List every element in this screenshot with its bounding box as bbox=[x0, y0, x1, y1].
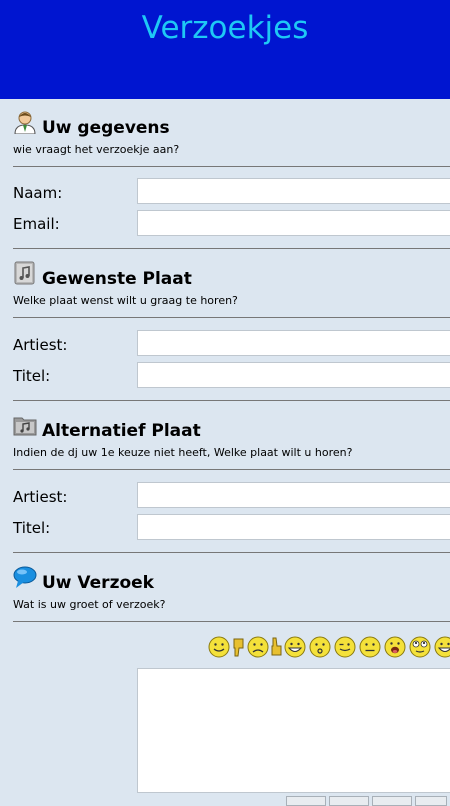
artiest-label: Artiest: bbox=[13, 336, 68, 354]
divider bbox=[13, 552, 450, 553]
page-title: Verzoekjes bbox=[141, 10, 309, 46]
divider bbox=[13, 248, 450, 249]
divider bbox=[13, 621, 450, 622]
naam-input[interactable] bbox=[137, 178, 450, 204]
divider bbox=[13, 166, 450, 167]
divider bbox=[13, 317, 450, 318]
form-button[interactable] bbox=[286, 796, 326, 806]
person-icon bbox=[14, 111, 36, 134]
thumbs-down-icon[interactable] bbox=[232, 636, 246, 658]
form-button[interactable] bbox=[372, 796, 412, 806]
divider bbox=[13, 469, 450, 470]
sad-icon[interactable] bbox=[247, 636, 269, 658]
speech-bubble-icon bbox=[13, 566, 37, 588]
music-note-icon bbox=[14, 261, 35, 285]
email-input[interactable] bbox=[137, 210, 450, 236]
email-label: Email: bbox=[13, 215, 60, 233]
section-subtitle: wie vraagt het verzoekje aan? bbox=[13, 143, 180, 156]
section-title: Uw Verzoek bbox=[42, 573, 154, 593]
message-textarea[interactable] bbox=[137, 668, 450, 793]
naam-label: Naam: bbox=[13, 184, 63, 202]
form-button[interactable] bbox=[329, 796, 369, 806]
wink-icon[interactable] bbox=[334, 636, 356, 658]
section-subtitle: Wat is uw groet of verzoek? bbox=[13, 598, 166, 611]
thumbs-up-icon[interactable] bbox=[270, 636, 284, 658]
section-subtitle: Welke plaat wenst wilt u graag te horen? bbox=[13, 294, 238, 307]
divider bbox=[13, 400, 450, 401]
laugh-icon[interactable] bbox=[434, 636, 450, 658]
artiest-input[interactable] bbox=[137, 330, 450, 356]
eyes-rolling-icon[interactable] bbox=[409, 636, 431, 658]
neutral-icon[interactable] bbox=[359, 636, 381, 658]
surprised-icon[interactable] bbox=[309, 636, 331, 658]
titel-label: Titel: bbox=[13, 367, 51, 385]
section-title: Uw gegevens bbox=[42, 118, 170, 138]
form-button[interactable] bbox=[415, 796, 447, 806]
smile-icon[interactable] bbox=[208, 636, 230, 658]
section-title: Gewenste Plaat bbox=[42, 269, 192, 289]
section-title: Alternatief Plaat bbox=[42, 421, 201, 441]
section-subtitle: Indien de dj uw 1e keuze niet heeft, Wel… bbox=[13, 446, 353, 459]
folder-music-icon bbox=[13, 417, 37, 436]
alt-artiest-label: Artiest: bbox=[13, 488, 68, 506]
alt-titel-label: Titel: bbox=[13, 519, 51, 537]
tongue-icon[interactable] bbox=[384, 636, 406, 658]
smiley-toolbar bbox=[208, 636, 450, 662]
alt-titel-input[interactable] bbox=[137, 514, 450, 540]
app-header: Verzoekjes bbox=[0, 0, 450, 99]
titel-input[interactable] bbox=[137, 362, 450, 388]
alt-artiest-input[interactable] bbox=[137, 482, 450, 508]
grin-icon[interactable] bbox=[284, 636, 306, 658]
